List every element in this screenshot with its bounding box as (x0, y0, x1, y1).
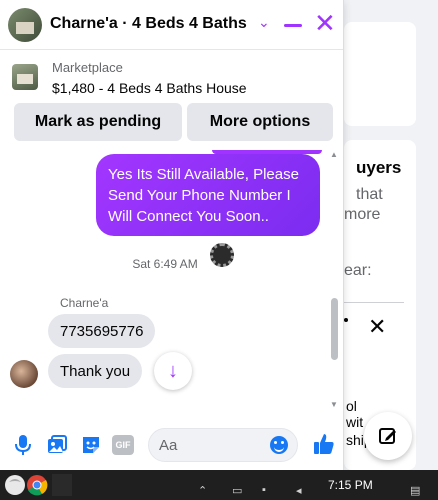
sticker-icon[interactable] (80, 434, 102, 456)
background-text: wit (346, 414, 364, 430)
incoming-message[interactable]: 7735695776 (48, 314, 156, 348)
message-composer: GIF (0, 420, 343, 470)
more-options-button[interactable]: More options (187, 103, 333, 141)
chevron-down-icon[interactable]: ⌄ (258, 14, 270, 31)
background-card (344, 22, 416, 126)
compose-icon (379, 428, 396, 444)
background-text: ol (346, 398, 357, 414)
microphone-icon[interactable] (12, 434, 34, 456)
notification-icon[interactable]: ▤ (410, 484, 420, 497)
more-icon[interactable] (344, 318, 348, 322)
clock-time[interactable]: 7:15 PM (328, 478, 373, 492)
avatar[interactable] (10, 360, 38, 388)
network-icon[interactable]: ▪ (262, 484, 266, 496)
incoming-message[interactable]: Thank you (48, 354, 143, 388)
close-icon[interactable]: ✕ (314, 10, 336, 36)
divider (344, 302, 404, 303)
listing-label: Marketplace (52, 60, 123, 75)
gif-button[interactable]: GIF (112, 435, 134, 455)
chat-header[interactable]: Charne'a · 4 Beds 4 Baths ... ⌄ ✕ (0, 0, 343, 50)
new-message-button[interactable] (364, 412, 412, 460)
listing-info[interactable]: Marketplace $1,480 - 4 Beds 4 Baths Hous… (0, 50, 343, 102)
minimize-icon[interactable] (284, 24, 302, 27)
arrow-down-icon: ↓ (168, 359, 178, 382)
like-icon[interactable] (312, 432, 336, 461)
background-text: more (344, 206, 381, 223)
background-heading: uyers (356, 158, 402, 177)
chat-window: Charne'a · 4 Beds 4 Baths ... ⌄ ✕ Market… (0, 0, 344, 470)
scroll-to-bottom-button[interactable]: ↓ (154, 352, 192, 390)
chat-title[interactable]: Charne'a · 4 Beds 4 Baths ... (50, 15, 250, 33)
sender-name: Charne'a (60, 296, 109, 310)
scrollbar[interactable]: ▲ ▼ (328, 150, 340, 412)
outgoing-message[interactable]: Yes Its Still Available, Please Send You… (96, 154, 320, 236)
browser-icon[interactable] (4, 474, 28, 496)
emoji-icon[interactable] (270, 436, 288, 454)
photo-icon[interactable] (46, 434, 68, 456)
volume-icon[interactable]: ◂ (296, 484, 302, 497)
avatar[interactable] (8, 8, 42, 42)
app-icon[interactable] (52, 474, 72, 496)
scroll-up-arrow-icon[interactable]: ▲ (330, 150, 338, 159)
scroll-down-arrow-icon[interactable]: ▼ (330, 400, 338, 409)
background-text: that (356, 186, 383, 203)
scrollbar-thumb[interactable] (331, 298, 338, 360)
chrome-icon[interactable] (26, 474, 50, 496)
mark-as-pending-button[interactable]: Mark as pending (14, 103, 182, 141)
message-timestamp: Sat 6:49 AM (132, 257, 198, 271)
close-icon[interactable]: ✕ (368, 314, 386, 340)
taskbar: ⌃ ▭ ▪ ◂ 7:15 PM ▤ (0, 470, 438, 500)
chevron-up-icon[interactable]: ⌃ (198, 484, 207, 497)
listing-thumbnail[interactable] (12, 64, 38, 90)
battery-icon[interactable]: ▭ (232, 484, 242, 497)
listing-title[interactable]: $1,480 - 4 Beds 4 Baths House (52, 80, 247, 96)
background-text: ear: (344, 262, 372, 279)
message-list: Yes Its Still Available, Please Send You… (0, 150, 343, 415)
